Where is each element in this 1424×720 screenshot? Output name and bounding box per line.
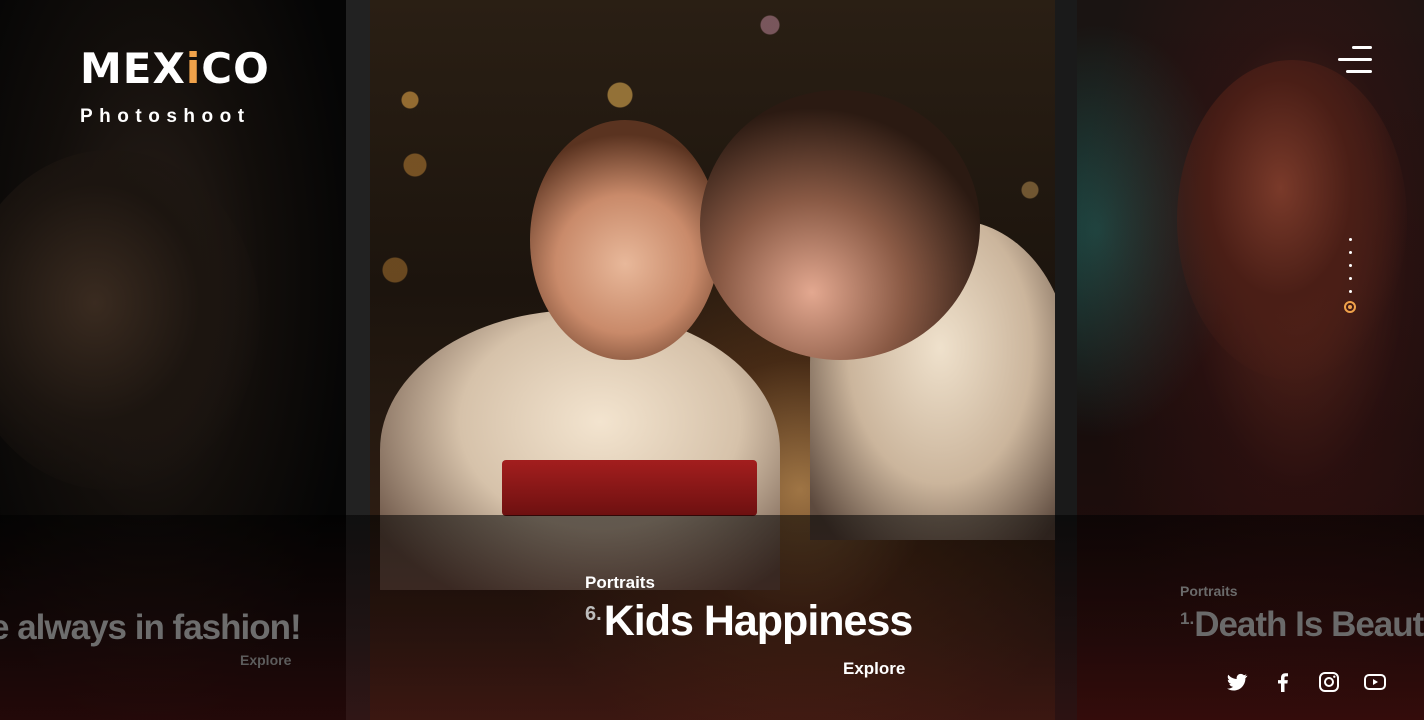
current-slide-category[interactable]: Portraits [585,573,912,593]
current-slide-title[interactable]: Kids Happiness [604,598,914,644]
social-links [1225,670,1387,694]
previous-slide-caption: e always in fashion! Explore [0,608,302,668]
portrait-man-image [0,150,260,490]
site-logo[interactable]: MEXiCO Photoshoot [80,48,270,128]
logo-subtitle: Photoshoot [80,106,251,127]
twitter-icon[interactable] [1225,670,1249,694]
slide-pagination [1343,238,1357,323]
pagination-dot[interactable] [1348,277,1352,280]
next-slide-category[interactable]: Portraits [1180,583,1423,599]
pagination-dot[interactable] [1348,290,1352,293]
current-slide-number: 6. [585,603,602,625]
instagram-icon[interactable] [1317,670,1341,694]
current-explore-link[interactable]: Explore [843,659,905,679]
pagination-dot[interactable] [1348,251,1352,254]
hamburger-menu-icon[interactable] [1338,46,1372,78]
logo-title: MEXiCO [80,44,270,93]
gift-box [502,460,757,516]
next-slide-caption: Portraits 1. Death Is Beaut [1180,583,1424,645]
pagination-dot[interactable] [1348,238,1352,241]
boy-head [700,90,980,360]
next-slide-number: 1. [1180,609,1195,628]
facebook-icon[interactable] [1271,670,1295,694]
pagination-dot-active[interactable] [1344,301,1356,313]
previous-slide-title[interactable]: e always in fashion! [0,608,302,648]
girl-head [530,120,720,360]
next-slide-title[interactable]: Death Is Beaut [1194,605,1424,645]
current-slide-caption: Portraits 6. Kids Happiness Explore [585,573,914,678]
youtube-icon[interactable] [1363,670,1387,694]
previous-explore-link[interactable]: Explore [240,652,291,668]
portrait-woman-image [1177,60,1407,380]
pagination-dot[interactable] [1348,264,1352,267]
